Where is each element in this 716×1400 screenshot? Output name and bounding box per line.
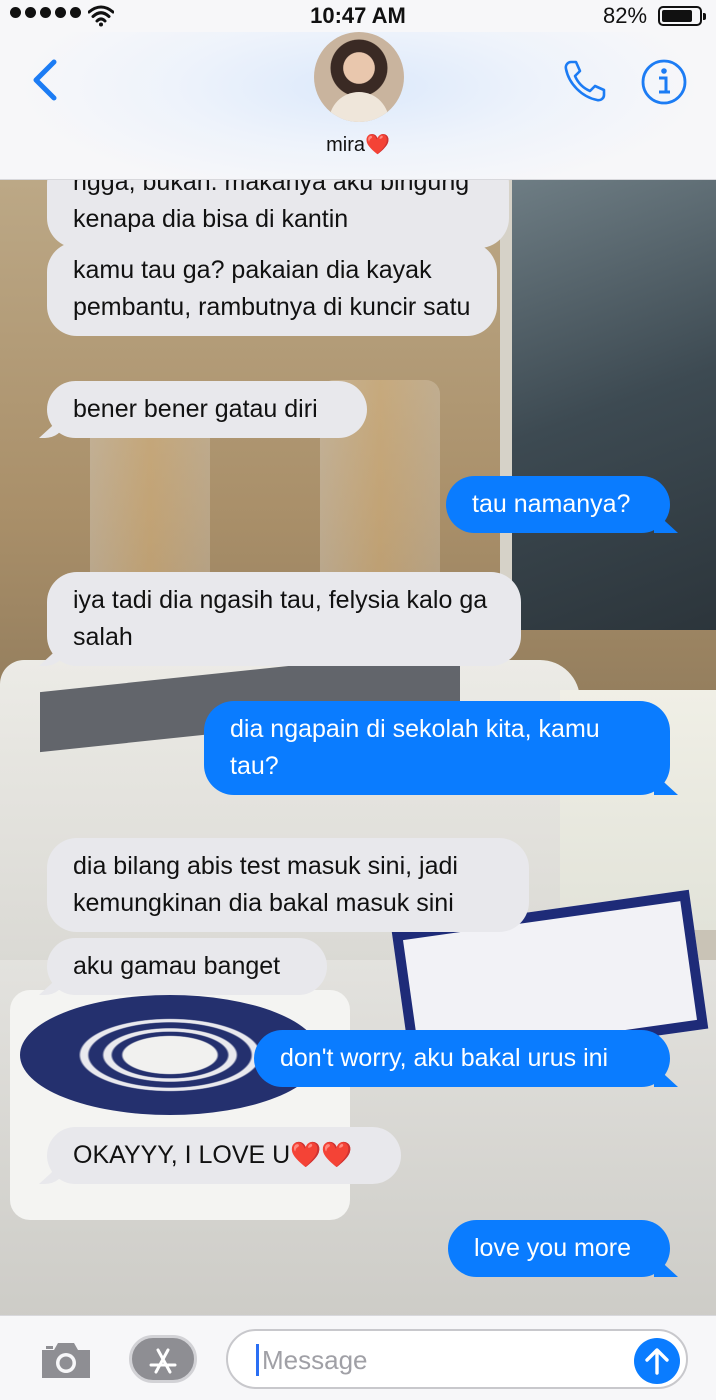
phone-icon[interactable] bbox=[562, 58, 608, 104]
message-text: don't worry, aku bakal urus ini bbox=[280, 1044, 609, 1072]
conversation-header: mira❤️ bbox=[0, 32, 716, 180]
message-text: OKAYYY, I LOVE U bbox=[73, 1141, 291, 1169]
sent-message-bubble[interactable]: tau namanya? bbox=[446, 476, 670, 533]
received-message-bubble[interactable]: bener bener gatau diri bbox=[47, 381, 367, 438]
app-store-icon bbox=[149, 1348, 177, 1374]
message-text: bener bener gatau diri bbox=[73, 395, 318, 423]
received-message-bubble[interactable]: kamu tau ga? pakaian dia kayak pembantu,… bbox=[47, 242, 497, 336]
chevron-left-icon[interactable] bbox=[28, 58, 62, 102]
info-icon[interactable] bbox=[640, 58, 688, 106]
compose-bar: Message bbox=[0, 1315, 716, 1400]
text-cursor bbox=[256, 1344, 259, 1376]
send-arrow-icon bbox=[645, 1348, 669, 1375]
received-message-bubble[interactable]: dia bilang abis test masuk sini, jadi ke… bbox=[47, 838, 529, 932]
message-list: ngga, bukan. makanya aku bingung kenapa … bbox=[0, 180, 716, 1315]
camera-icon[interactable] bbox=[38, 1338, 94, 1382]
message-text: dia ngapain di sekolah kita, kamu tau? bbox=[230, 715, 600, 780]
message-input[interactable]: Message bbox=[226, 1329, 688, 1389]
received-message-bubble[interactable]: aku gamau banget bbox=[47, 938, 327, 995]
message-text: kamu tau ga? pakaian dia kayak pembantu,… bbox=[73, 256, 471, 321]
contact-name[interactable]: mira❤️ bbox=[0, 132, 716, 157]
message-text: love you more bbox=[474, 1234, 632, 1262]
sent-message-bubble[interactable]: don't worry, aku bakal urus ini bbox=[254, 1030, 670, 1087]
sent-message-bubble[interactable]: dia ngapain di sekolah kita, kamu tau? bbox=[204, 701, 670, 795]
message-placeholder: Message bbox=[262, 1345, 368, 1375]
message-text: aku gamau banget bbox=[73, 952, 281, 980]
received-message-bubble[interactable]: iya tadi dia ngasih tau, felysia kalo ga… bbox=[47, 572, 521, 666]
received-message-bubble[interactable]: ngga, bukan. makanya aku bingung kenapa … bbox=[47, 180, 509, 248]
contact-avatar[interactable] bbox=[314, 32, 404, 122]
heart-emoji: ❤️ bbox=[364, 134, 390, 156]
status-bar: 10:47 AM 82% bbox=[0, 0, 716, 32]
app-store-button[interactable] bbox=[129, 1335, 197, 1383]
received-message-bubble[interactable]: OKAYYY, I LOVE U❤️❤️ bbox=[47, 1127, 401, 1184]
message-text: dia bilang abis test masuk sini, jadi ke… bbox=[73, 852, 458, 917]
message-text: ngga, bukan. makanya aku bingung kenapa … bbox=[73, 180, 470, 233]
battery-percent: 82% bbox=[603, 3, 648, 28]
battery-icon bbox=[658, 6, 706, 26]
heart-emoji: ❤️❤️ bbox=[290, 1141, 353, 1169]
send-button[interactable] bbox=[634, 1338, 680, 1384]
sent-message-bubble[interactable]: love you more bbox=[448, 1220, 670, 1277]
message-text: iya tadi dia ngasih tau, felysia kalo ga… bbox=[73, 586, 488, 651]
message-text: tau namanya? bbox=[472, 490, 631, 518]
contact-name-text: mira bbox=[326, 134, 365, 156]
